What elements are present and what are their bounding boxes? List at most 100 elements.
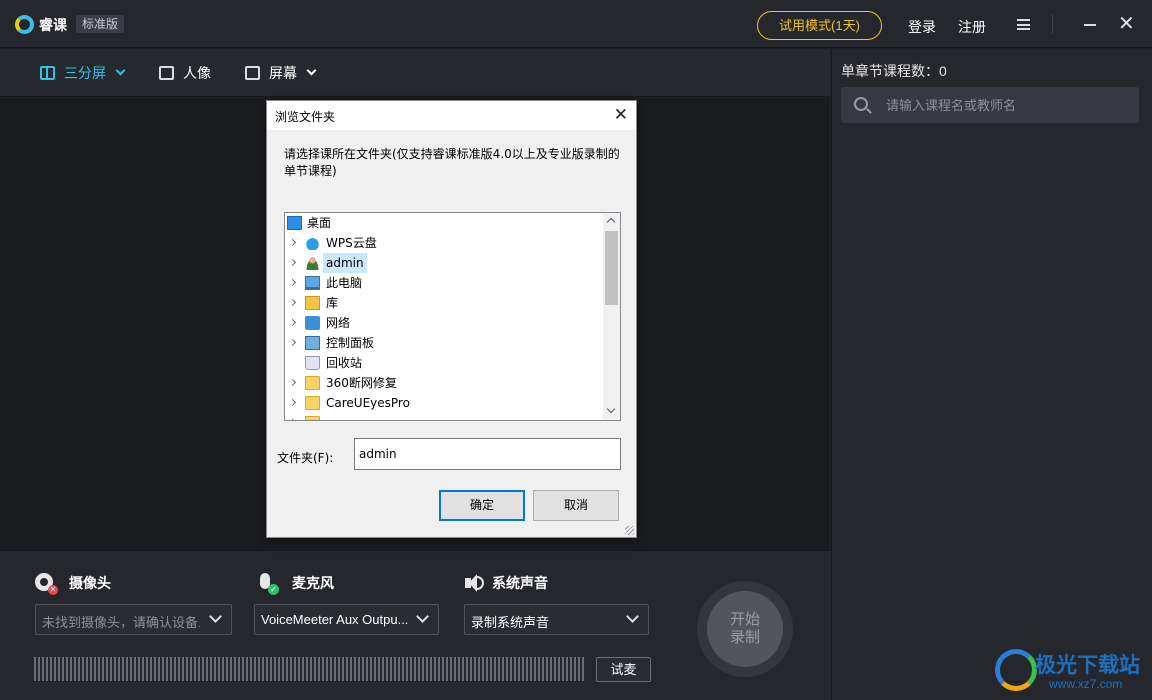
expand-chevron-icon[interactable] [288,278,297,287]
camera-select[interactable]: 未找到摄像头，请确认设备... [35,604,232,635]
expand-chevron-icon[interactable] [288,378,297,387]
record-button-ring: 开始 录制 [697,581,793,677]
cloud-icon [305,236,320,250]
record-label-line2: 录制 [729,629,760,646]
cancel-button[interactable]: 取消 [533,490,619,521]
chapter-count: 单章节课程数：0 [841,63,947,79]
tree-item-this-pc[interactable]: 此电脑 [285,273,603,293]
app-window: 睿课 标准版 试用模式(1天) 登录 注册 ✕ 三分屏 人像 屏幕 单章节课程数… [0,0,1152,700]
edition-badge: 标准版 [76,15,125,33]
ok-button[interactable]: 确定 [439,490,525,521]
tree-item-control-panel[interactable]: 控制面板 [285,333,603,353]
tree-item-partial[interactable] [285,413,603,420]
library-icon [305,296,320,310]
three-split-label: 三分屏 [64,65,106,81]
menu-icon[interactable] [1017,19,1030,30]
folder-tree[interactable]: 桌面 WPS云盘 admin 此电脑 库 网络 控制面板 回收站 360断网修复… [284,212,621,421]
screen-icon [245,66,260,80]
tree-item-careueyespro[interactable]: CareUEyesPro [285,393,603,413]
audio-level-meter [34,657,586,681]
tree-item-label: 此电脑 [326,276,363,290]
tree-item-desktop[interactable]: 桌面 [285,213,603,233]
chevron-down-icon [626,610,639,623]
layout-toolbar: 三分屏 人像 屏幕 [0,49,830,97]
close-icon[interactable]: ✕ [1118,14,1135,34]
tree-item-label: WPS云盘 [326,236,377,250]
split-layout-icon [40,66,55,80]
search-input[interactable] [886,96,1126,114]
app-name: 睿课 [39,17,67,33]
recycle-bin-icon [305,356,320,370]
microphone-icon: ✓ [258,573,280,595]
scroll-thumb[interactable] [605,231,618,305]
folder-field[interactable] [354,438,621,470]
screen-mode-button[interactable]: 屏幕 [245,63,325,83]
system-sound-select-value: 录制系统声音 [471,615,550,630]
watermark: 极光下载站 www.xz7.com [995,647,1145,695]
tree-item-label: 控制面板 [326,336,375,350]
microphone-select-value: VoiceMeeter Aux Outpu... [261,612,409,627]
computer-icon [305,276,320,290]
user-icon [305,256,320,270]
microphone-select[interactable]: VoiceMeeter Aux Outpu... [254,604,439,635]
person-label: 人像 [183,65,211,81]
start-record-button[interactable]: 开始 录制 [707,591,783,667]
person-mode-button[interactable]: 人像 [159,63,219,83]
error-badge-icon: ✕ [48,585,58,595]
register-link[interactable]: 注册 [958,17,986,37]
system-sound-select[interactable]: 录制系统声音 [464,604,649,635]
expand-chevron-icon[interactable] [288,238,297,247]
expand-chevron-icon[interactable] [288,298,297,307]
search-icon [854,97,868,111]
person-icon [159,66,174,80]
resize-grip-icon[interactable] [625,526,634,535]
camera-title: 摄像头 [69,575,111,591]
tree-item-library[interactable]: 库 [285,293,603,313]
chevron-down-icon [115,65,126,76]
expand-chevron-icon[interactable] [288,318,297,327]
tree-item-label: CareUEyesPro [326,396,410,410]
title-separator [1052,14,1053,34]
dialog-title-bar: 浏览文件夹 ✕ [267,101,636,130]
chevron-down-icon [306,65,317,76]
tree-item-label: 库 [326,296,339,310]
tree-item-label: 桌面 [307,216,332,230]
title-bar: 睿课 标准版 试用模式(1天) 登录 注册 ✕ [0,0,1152,48]
dialog-description: 请选择课所在文件夹(仅支持睿课标准版4.0以上及专业版录制的单节课程) [284,147,620,178]
expand-chevron-icon[interactable] [288,398,297,407]
desktop-icon [287,216,302,230]
ok-badge-icon: ✓ [268,584,279,595]
trial-mode-button[interactable]: 试用模式(1天) [757,11,882,40]
tree-scrollbar[interactable] [603,213,620,420]
tree-item-label: admin [323,253,367,273]
browse-folder-dialog: 浏览文件夹 ✕ 请选择课所在文件夹(仅支持睿课标准版4.0以上及专业版录制的单节… [266,100,637,538]
expand-chevron-icon[interactable] [288,338,297,347]
three-split-mode-button[interactable]: 三分屏 [40,63,130,83]
tree-item-wps-cloud[interactable]: WPS云盘 [285,233,603,253]
minimize-icon[interactable] [1084,24,1096,26]
watermark-text: 极光下载站 [1035,654,1140,677]
tree-item-360-repair[interactable]: 360断网修复 [285,373,603,393]
device-panel: ✕ 摄像头 ✓ 麦克风 系统声音 未找到摄像头，请确认设备... VoiceMe… [0,550,830,700]
login-link[interactable]: 登录 [908,17,936,37]
dialog-close-icon[interactable]: ✕ [614,105,628,125]
record-label-line1: 开始 [729,611,760,628]
tree-item-admin[interactable]: admin [285,253,603,273]
microphone-title: 麦克风 [292,575,334,591]
tree-item-recycle-bin[interactable]: 回收站 [285,353,603,373]
system-sound-title: 系统声音 [492,575,548,591]
scroll-up-icon[interactable] [606,217,616,227]
tree-item-network[interactable]: 网络 [285,313,603,333]
search-box[interactable] [841,87,1139,123]
test-mic-button[interactable]: 试麦 [596,657,651,682]
tree-item-label: 360断网修复 [326,376,397,390]
scroll-down-icon[interactable] [606,404,616,414]
folder-field-label: 文件夹(F): [277,451,334,465]
watermark-logo-icon [995,649,1037,691]
folder-icon [305,416,320,420]
dialog-title: 浏览文件夹 [275,110,336,124]
expand-chevron-icon[interactable] [288,418,297,420]
expand-chevron-icon[interactable] [288,258,297,267]
camera-select-value: 未找到摄像头，请确认设备... [42,615,200,630]
network-icon [305,316,320,330]
